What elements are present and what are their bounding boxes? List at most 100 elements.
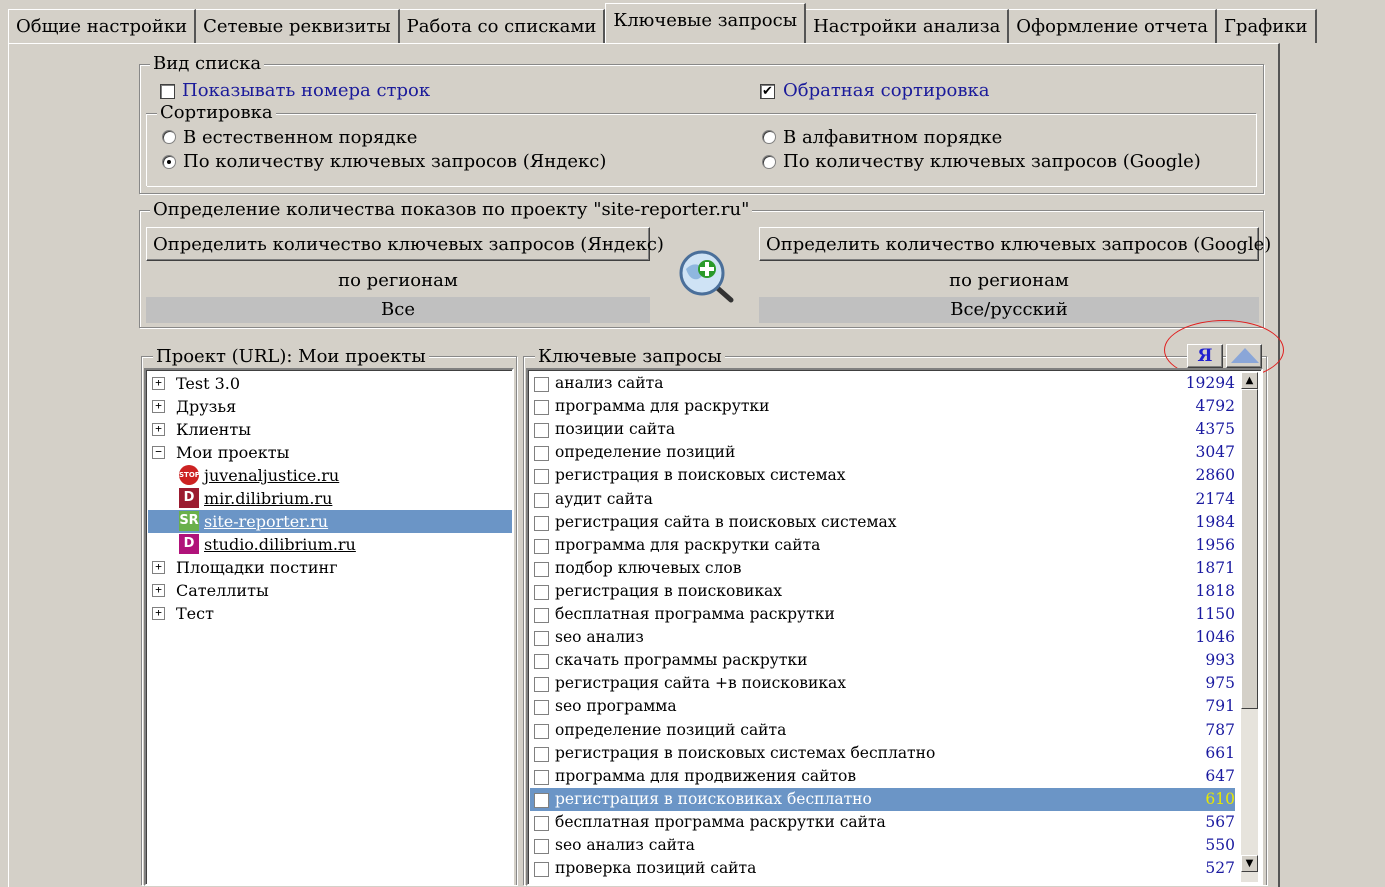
keyword-checkbox[interactable] [534, 584, 549, 600]
project-tree-item[interactable]: − Мои проекты [150, 441, 510, 464]
keyword-checkbox[interactable] [534, 677, 549, 693]
dilibrium-icon: D [179, 488, 199, 508]
keyword-checkbox[interactable] [534, 815, 549, 831]
keyword-list[interactable]: анализ сайта 19294 программа для раскрутки… [526, 368, 1263, 886]
keyword-checkbox[interactable] [534, 400, 549, 416]
keyword-checkbox[interactable] [534, 469, 549, 485]
keyword-checkbox[interactable] [534, 723, 549, 739]
scroll-down-button[interactable]: ▼ [1241, 855, 1258, 872]
sort-natural-label[interactable]: В естественном порядке [183, 127, 417, 149]
keyword-row[interactable]: проверка позиций сайта 527 [530, 857, 1235, 880]
expand-icon[interactable]: + [152, 584, 165, 597]
keyword-row[interactable]: регистрация в поисковых системах бесплат… [530, 742, 1235, 765]
sort-google-label[interactable]: По количеству ключевых запросов (Google) [783, 151, 1201, 173]
keyword-row[interactable]: программа для раскрутки сайта 1956 [530, 534, 1235, 557]
yandex-region-field[interactable]: Все [146, 297, 650, 323]
keyword-checkbox[interactable] [534, 446, 549, 462]
keyword-checkbox[interactable] [534, 515, 549, 531]
keyword-row[interactable]: регистрация сайта +в поисковиках 975 [530, 672, 1235, 695]
project-tree-item[interactable]: + Площадки постинг [150, 556, 510, 579]
project-tree-label: mir.dilibrium.ru [204, 489, 333, 508]
reverse-sort-label[interactable]: Обратная сортировка [783, 80, 989, 102]
reverse-sort-checkbox[interactable]: ✔ [760, 84, 775, 99]
keyword-row[interactable]: аудит сайта 2174 [530, 488, 1235, 511]
keyword-row[interactable]: регистрация сайта в поисковых системах 19… [530, 511, 1235, 534]
tab-charts[interactable]: Графики [1217, 9, 1317, 43]
keyword-row[interactable]: регистрация в поисковых системах 2860 [530, 464, 1235, 487]
tab-analysis[interactable]: Настройки анализа [806, 9, 1010, 43]
tab-general[interactable]: Общие настройки [8, 9, 197, 43]
project-tree-item[interactable]: STOP juvenaljustice.ru [148, 464, 512, 487]
project-tree-item[interactable]: + Test 3.0 [150, 372, 510, 395]
tab-lists[interactable]: Работа со списками [399, 9, 606, 43]
expand-icon[interactable]: + [152, 423, 165, 436]
expand-icon[interactable]: + [152, 561, 165, 574]
keyword-row[interactable]: seo анализ сайта 550 [530, 834, 1235, 857]
keyword-checkbox[interactable] [534, 746, 549, 762]
keyword-checkbox[interactable] [534, 769, 549, 785]
detect-google-button[interactable]: Определить количество ключевых запросов … [759, 227, 1271, 261]
sort-natural-radio[interactable] [162, 130, 176, 144]
project-tree-item[interactable]: + Тест [150, 602, 510, 625]
keyword-count: 1956 [1195, 535, 1235, 554]
project-tree[interactable]: + Test 3.0 + Друзья + Клиенты − Мои проекты STOP… [144, 368, 514, 886]
keyword-checkbox[interactable] [534, 538, 549, 554]
google-region-field[interactable]: Все/русский [759, 297, 1259, 323]
keyword-row[interactable]: seo анализ 1046 [530, 626, 1235, 649]
keyword-checkbox[interactable] [534, 492, 549, 508]
keyword-row[interactable]: подбор ключевых слов 1871 [530, 557, 1235, 580]
keyword-row[interactable]: скачать программы раскрутки 993 [530, 649, 1235, 672]
keyword-row[interactable]: seo программа 791 [530, 695, 1235, 718]
keyword-checkbox[interactable] [534, 608, 549, 623]
project-tree-item[interactable]: + Клиенты [150, 418, 510, 441]
expand-icon[interactable]: + [152, 400, 165, 413]
keyword-scrollbar[interactable]: ▲ ▼ [1241, 372, 1258, 882]
project-tree-item[interactable]: + Друзья [150, 395, 510, 418]
keyword-count: 4792 [1195, 397, 1235, 416]
keyword-checkbox[interactable] [534, 700, 549, 716]
keyword-row[interactable]: анализ сайта 19294 [530, 372, 1235, 395]
keyword-checkbox[interactable] [534, 423, 549, 439]
keyword-row[interactable]: позиции сайта 4375 [530, 418, 1235, 441]
sort-google-radio[interactable] [762, 155, 776, 169]
project-tree-item[interactable]: + Сателлиты [150, 579, 510, 602]
tab-network[interactable]: Сетевые реквизиты [196, 9, 400, 43]
sort-yandex-label[interactable]: По количеству ключевых запросов (Яндекс) [183, 151, 606, 173]
tab-keywords[interactable]: Ключевые запросы [605, 3, 807, 43]
project-tree-item[interactable]: Dstudio.dilibrium.ru [148, 533, 512, 556]
keyword-checkbox[interactable] [534, 862, 549, 878]
sort-alpha-label[interactable]: В алфавитном порядке [783, 127, 1002, 149]
keyword-checkbox[interactable] [534, 631, 549, 647]
show-line-numbers-checkbox[interactable] [160, 84, 175, 99]
collapse-icon[interactable]: − [152, 446, 165, 459]
show-line-numbers-label[interactable]: Показывать номера строк [182, 80, 430, 102]
project-tree-item[interactable]: Dmir.dilibrium.ru [148, 487, 512, 510]
search-globe-icon[interactable] [676, 247, 738, 305]
keyword-row[interactable]: бесплатная программа раскрутки сайта 567 [530, 811, 1235, 834]
keyword-checkbox[interactable] [534, 377, 549, 392]
scroll-thumb[interactable] [1241, 389, 1258, 709]
expand-icon[interactable]: + [152, 607, 165, 620]
expand-icon[interactable]: + [152, 377, 165, 390]
keyword-row[interactable]: определение позиций сайта 787 [530, 719, 1235, 742]
keyword-row[interactable]: программа для продвижения сайтов 647 [530, 765, 1235, 788]
sort-alpha-radio[interactable] [762, 130, 776, 144]
keyword-text: скачать программы раскрутки [555, 651, 808, 670]
keyword-checkbox[interactable] [534, 561, 549, 577]
keyword-count: 993 [1205, 651, 1235, 670]
keyword-row[interactable]: бесплатная программа раскрутки 1150 [530, 603, 1235, 626]
detect-yandex-button[interactable]: Определить количество ключевых запросов … [146, 227, 664, 261]
keyword-text: проверка позиций сайта [555, 859, 757, 878]
keyword-row[interactable]: программа для раскрутки 4792 [530, 395, 1235, 418]
tab-report[interactable]: Оформление отчета [1009, 9, 1217, 43]
project-tree-item[interactable]: SR site-reporter.ru [148, 510, 512, 533]
keyword-checkbox[interactable] [534, 792, 549, 808]
keyword-checkbox[interactable] [534, 839, 549, 854]
keyword-text: программа для раскрутки [555, 397, 770, 416]
keyword-checkbox[interactable] [534, 654, 549, 670]
sort-yandex-radio[interactable] [162, 155, 176, 169]
keyword-row[interactable]: определение позиций 3047 [530, 441, 1235, 464]
keyword-row[interactable]: регистрация в поисковиках 1818 [530, 580, 1235, 603]
keyword-row[interactable]: регистрация в поисковиках бесплатно 610 [530, 787, 1235, 811]
scroll-up-button[interactable]: ▲ [1241, 372, 1258, 389]
